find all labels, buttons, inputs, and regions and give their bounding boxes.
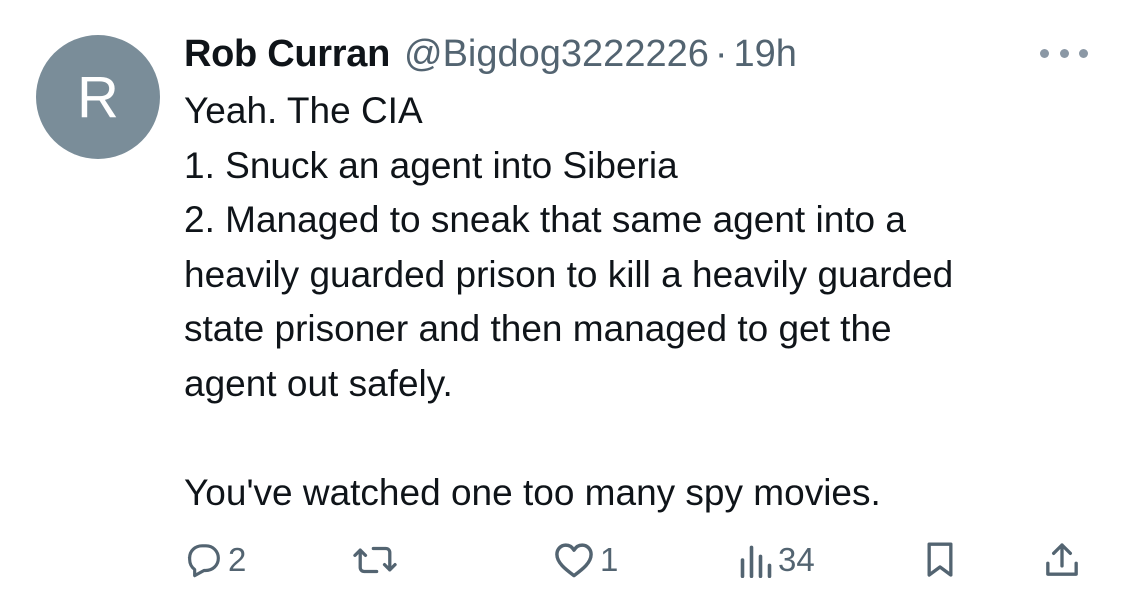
author-handle[interactable]: @Bigdog3222226 bbox=[404, 33, 709, 76]
like-button[interactable]: 1 bbox=[552, 536, 618, 584]
avatar-letter: R bbox=[77, 65, 119, 130]
more-dot bbox=[1040, 48, 1049, 58]
avatar[interactable]: R bbox=[36, 35, 160, 159]
tweet-line: agent out safely. bbox=[184, 362, 453, 404]
tweet-line: Yeah. The CIA bbox=[184, 90, 423, 131]
reply-count: 2 bbox=[228, 541, 247, 578]
share-icon bbox=[1046, 543, 1078, 576]
reply-button[interactable]: 2 bbox=[184, 536, 246, 584]
like-count: 1 bbox=[600, 541, 619, 578]
header-separator: · bbox=[714, 32, 728, 75]
action-bar: 2 1 34 bbox=[0, 536, 1125, 584]
tweet-text: Yeah. The CIA 1. Snuck an agent into Sib… bbox=[184, 84, 1104, 520]
tweet-timestamp[interactable]: 19h bbox=[734, 33, 797, 76]
retweet-icon bbox=[353, 546, 397, 574]
reply-icon bbox=[187, 544, 220, 578]
bookmark-button[interactable] bbox=[920, 536, 960, 584]
views-button[interactable]: 34 bbox=[738, 536, 815, 584]
share-button[interactable] bbox=[1042, 536, 1082, 584]
tweet-line: You've watched one too many spy movies. bbox=[184, 471, 881, 513]
tweet-line: 2. Managed to sneak that same agent into… bbox=[184, 199, 906, 240]
heart-icon bbox=[555, 543, 593, 578]
more-dot bbox=[1059, 48, 1069, 58]
tweet-line: heavily guarded prison to kill a heavily… bbox=[184, 253, 954, 295]
tweet-line: state prisoner and then managed to get t… bbox=[184, 308, 892, 349]
more-dot bbox=[1079, 48, 1088, 58]
retweet-button[interactable] bbox=[352, 536, 402, 584]
views-icon bbox=[740, 545, 772, 578]
author-display-name[interactable]: Rob Curran bbox=[184, 33, 390, 76]
tweet-header: Rob Curran @Bigdog3222226 · 19h bbox=[184, 30, 797, 78]
more-options-icon[interactable] bbox=[1040, 40, 1088, 66]
views-count: 34 bbox=[778, 541, 815, 578]
tweet-card[interactable]: R Rob Curran @Bigdog3222226 · 19h Yeah. … bbox=[0, 0, 1125, 611]
tweet-line: 1. Snuck an agent into Siberia bbox=[184, 144, 678, 186]
bookmark-icon bbox=[927, 542, 953, 577]
